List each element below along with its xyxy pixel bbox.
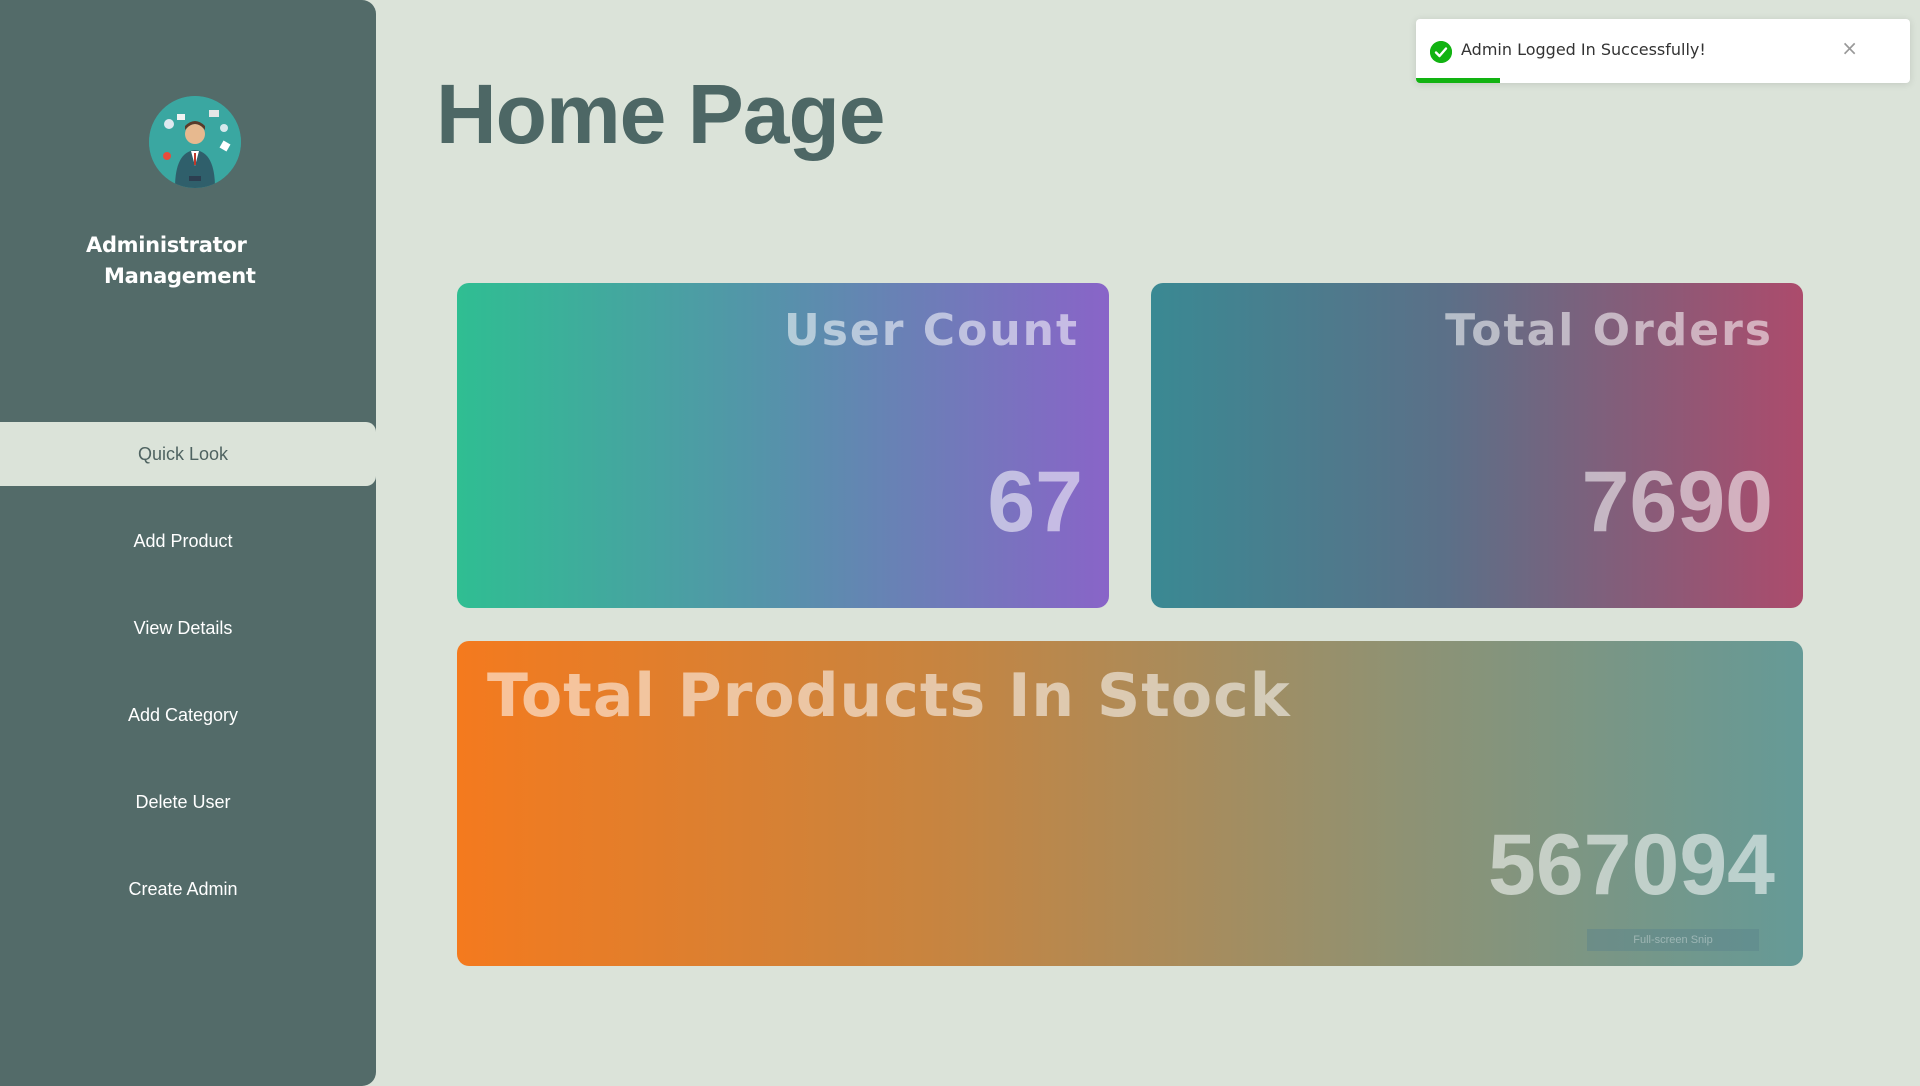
products-in-stock-title: Total Products In Stock [487,661,1291,731]
products-in-stock-value: 567094 [1488,817,1775,913]
brand-name: Administrator Management [0,230,376,292]
sidebar-item-add-product[interactable]: Add Product [0,509,376,573]
brand-line-1: Administrator [86,233,247,257]
toast-progress-bar [1416,78,1500,83]
page-title: Home Page [436,67,885,161]
sidebar-item-quick-look[interactable]: Quick Look [0,422,376,486]
close-icon[interactable]: × [1841,36,1858,60]
sidebar-item-add-category[interactable]: Add Category [0,683,376,747]
sidebar-item-view-details[interactable]: View Details [0,596,376,660]
admin-avatar-icon [149,96,241,188]
sidebar: Administrator Management Quick Look Add … [0,0,376,1086]
sidebar-nav: Quick Look Add Product View Details Add … [0,422,376,944]
brand-line-2: Management [104,264,256,288]
success-toast: Admin Logged In Successfully! × [1416,19,1910,83]
toast-message: Admin Logged In Successfully! [1461,40,1706,59]
user-count-value: 67 [987,454,1083,550]
check-circle-icon [1430,41,1452,63]
user-count-card: User Count 67 [457,283,1109,608]
total-orders-title: Total Orders [1445,305,1773,356]
toast-progress-track [1416,78,1910,83]
user-count-title: User Count [784,305,1079,356]
sidebar-item-create-admin[interactable]: Create Admin [0,857,376,921]
total-orders-card: Total Orders 7690 [1151,283,1803,608]
sidebar-item-delete-user[interactable]: Delete User [0,770,376,834]
snip-overlay-label: Full-screen Snip [1587,929,1759,951]
products-in-stock-card: Total Products In Stock 567094 Full-scre… [457,641,1803,966]
total-orders-value: 7690 [1581,454,1773,550]
